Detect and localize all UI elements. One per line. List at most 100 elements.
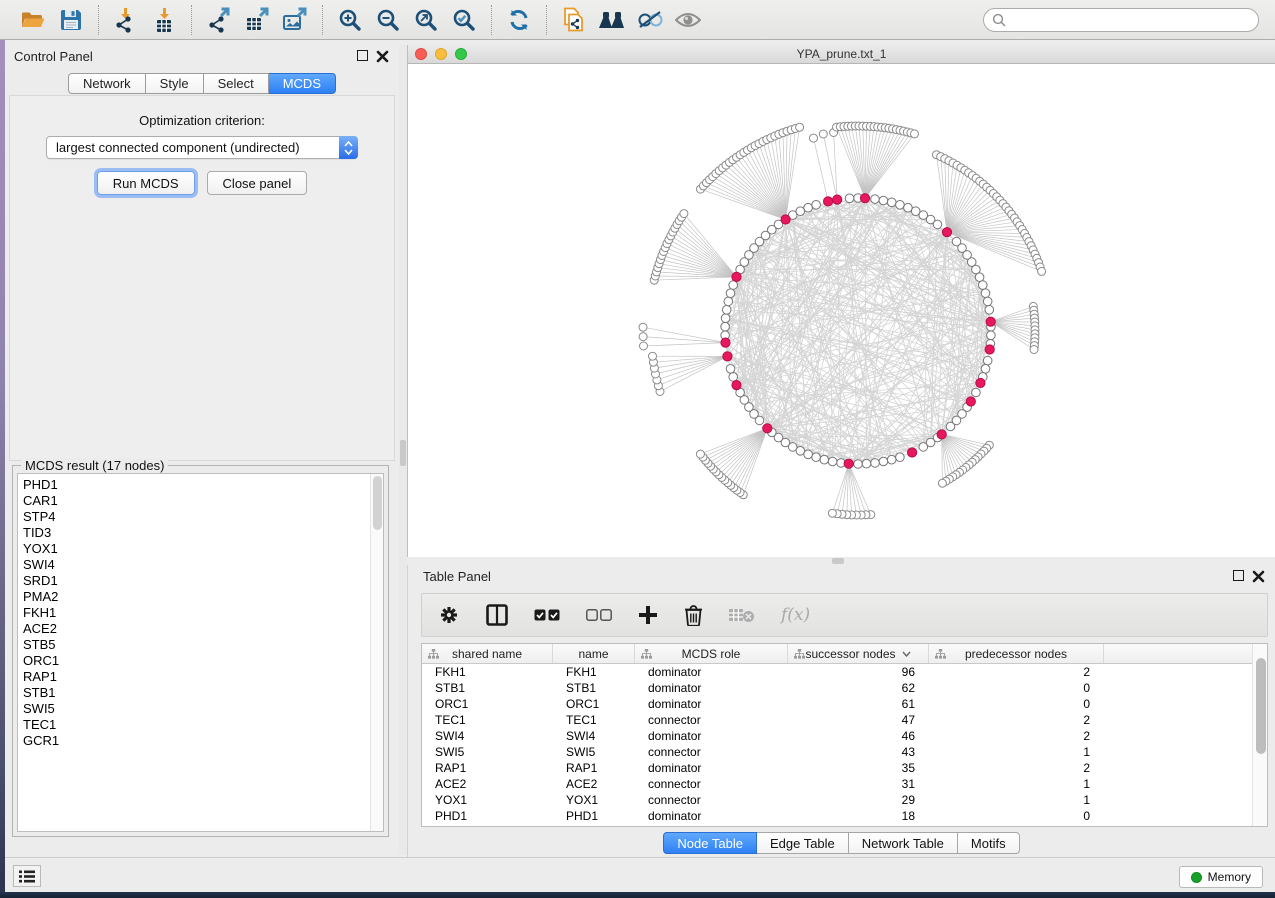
deselect-all-button[interactable] bbox=[586, 609, 612, 621]
delete-column-button[interactable] bbox=[684, 604, 703, 626]
leaf-node[interactable] bbox=[696, 450, 704, 458]
network-node[interactable] bbox=[796, 207, 805, 216]
mcds-result-item[interactable]: YOX1 bbox=[23, 541, 370, 557]
mcds-list-scrollbar[interactable] bbox=[370, 474, 383, 831]
zoom-selected-button[interactable] bbox=[447, 5, 481, 35]
criterion-dropdown[interactable]: largest connected component (undirected) bbox=[46, 136, 358, 159]
network-canvas[interactable] bbox=[408, 64, 1275, 557]
horizontal-split-divider[interactable] bbox=[407, 557, 1275, 565]
tab-network[interactable]: Network bbox=[68, 73, 146, 94]
mcds-node[interactable] bbox=[723, 352, 732, 361]
leaf-node[interactable] bbox=[649, 352, 657, 360]
mcds-node[interactable] bbox=[781, 215, 790, 224]
show-panels-button[interactable] bbox=[13, 865, 41, 887]
table-row[interactable]: SWI4SWI4dominator462 bbox=[422, 728, 1252, 744]
network-node[interactable] bbox=[896, 201, 905, 210]
table-settings-button[interactable] bbox=[438, 604, 460, 626]
mcds-result-item[interactable]: ORC1 bbox=[23, 653, 370, 669]
network-node[interactable] bbox=[812, 201, 821, 210]
tab-style[interactable]: Style bbox=[146, 73, 204, 94]
export-table-button[interactable] bbox=[240, 5, 274, 35]
leaf-node[interactable] bbox=[810, 134, 818, 142]
mcds-node[interactable] bbox=[732, 272, 741, 281]
table-row[interactable]: RAP1RAP1dominator352 bbox=[422, 760, 1252, 776]
network-node[interactable] bbox=[933, 220, 942, 229]
mcds-node[interactable] bbox=[976, 378, 985, 387]
search-field[interactable] bbox=[983, 8, 1259, 32]
mcds-node[interactable] bbox=[986, 317, 995, 326]
network-node[interactable] bbox=[804, 203, 813, 212]
run-mcds-button[interactable]: Run MCDS bbox=[97, 171, 195, 195]
network-node[interactable] bbox=[983, 356, 992, 365]
mcds-node[interactable] bbox=[908, 448, 917, 457]
mcds-node[interactable] bbox=[985, 345, 994, 354]
mcds-result-item[interactable]: STB5 bbox=[23, 637, 370, 653]
mcds-node[interactable] bbox=[966, 397, 975, 406]
mcds-result-item[interactable]: PHD1 bbox=[23, 477, 370, 493]
duplicate-network-button[interactable] bbox=[557, 5, 591, 35]
network-node[interactable] bbox=[879, 196, 888, 205]
network-node[interactable] bbox=[812, 453, 821, 462]
open-file-button[interactable] bbox=[16, 5, 50, 35]
mcds-result-list[interactable]: PHD1CAR1STP4TID3YOX1SWI4SRD1PMA2FKH1ACE2… bbox=[17, 473, 384, 832]
network-node[interactable] bbox=[904, 203, 913, 212]
memory-button[interactable]: Memory bbox=[1179, 866, 1263, 888]
tab-select[interactable]: Select bbox=[204, 73, 269, 94]
table-row[interactable]: FKH1FKH1dominator962 bbox=[422, 664, 1252, 680]
close-panel-button[interactable]: Close panel bbox=[207, 171, 308, 195]
show-all-button[interactable] bbox=[671, 5, 705, 35]
mcds-result-item[interactable]: TEC1 bbox=[23, 717, 370, 733]
mcds-result-item[interactable]: GCR1 bbox=[23, 733, 370, 749]
network-node[interactable] bbox=[726, 289, 735, 298]
table-row[interactable]: YOX1YOX1connector291 bbox=[422, 792, 1252, 808]
export-network-button[interactable] bbox=[202, 5, 236, 35]
scrollbar-thumb[interactable] bbox=[1256, 658, 1266, 754]
leaf-node[interactable] bbox=[640, 342, 648, 350]
network-node[interactable] bbox=[981, 289, 990, 298]
close-panel-icon[interactable] bbox=[1252, 570, 1265, 583]
leaf-node[interactable] bbox=[639, 323, 647, 331]
hide-selected-button[interactable] bbox=[633, 5, 667, 35]
column-header-shared-name[interactable]: shared name bbox=[422, 644, 553, 663]
network-node[interactable] bbox=[726, 365, 735, 374]
leaf-node[interactable] bbox=[828, 509, 836, 517]
network-node[interactable] bbox=[985, 306, 994, 315]
network-node[interactable] bbox=[729, 373, 738, 382]
zoom-in-button[interactable] bbox=[333, 5, 367, 35]
mcds-result-item[interactable]: SRD1 bbox=[23, 573, 370, 589]
tab-motifs[interactable]: Motifs bbox=[958, 832, 1020, 854]
float-panel-icon[interactable] bbox=[1233, 570, 1244, 581]
table-scrollbar[interactable] bbox=[1252, 644, 1267, 826]
network-node[interactable] bbox=[724, 297, 733, 306]
table-row[interactable]: SWI5SWI5connector431 bbox=[422, 744, 1252, 760]
split-handle[interactable] bbox=[400, 440, 406, 466]
table-row[interactable]: ACE2ACE2connector311 bbox=[422, 776, 1252, 792]
tab-node-table[interactable]: Node Table bbox=[663, 832, 757, 854]
tab-edge-table[interactable]: Edge Table bbox=[757, 832, 849, 854]
float-panel-icon[interactable] bbox=[357, 50, 368, 61]
zoom-fit-button[interactable] bbox=[409, 5, 443, 35]
zoom-out-button[interactable] bbox=[371, 5, 405, 35]
mcds-result-item[interactable]: SWI5 bbox=[23, 701, 370, 717]
mcds-node[interactable] bbox=[937, 430, 946, 439]
mcds-result-item[interactable]: SWI4 bbox=[23, 557, 370, 573]
network-node[interactable] bbox=[828, 457, 837, 466]
leaf-node[interactable] bbox=[819, 130, 827, 138]
network-node[interactable] bbox=[983, 297, 992, 306]
mcds-result-item[interactable]: TID3 bbox=[23, 525, 370, 541]
add-column-button[interactable] bbox=[638, 605, 658, 625]
mcds-result-item[interactable]: FKH1 bbox=[23, 605, 370, 621]
mcds-node[interactable] bbox=[942, 228, 951, 237]
network-node[interactable] bbox=[972, 388, 981, 397]
tab-network-table[interactable]: Network Table bbox=[849, 832, 958, 854]
network-node[interactable] bbox=[862, 459, 871, 468]
split-panel-button[interactable] bbox=[486, 604, 508, 626]
mcds-node[interactable] bbox=[860, 194, 869, 203]
network-node[interactable] bbox=[887, 455, 896, 464]
mcds-result-item[interactable]: PMA2 bbox=[23, 589, 370, 605]
leaf-node[interactable] bbox=[796, 123, 804, 131]
import-table-button[interactable] bbox=[147, 5, 181, 35]
network-node[interactable] bbox=[845, 194, 854, 203]
network-node[interactable] bbox=[981, 365, 990, 374]
vertical-split-divider[interactable] bbox=[399, 45, 407, 855]
